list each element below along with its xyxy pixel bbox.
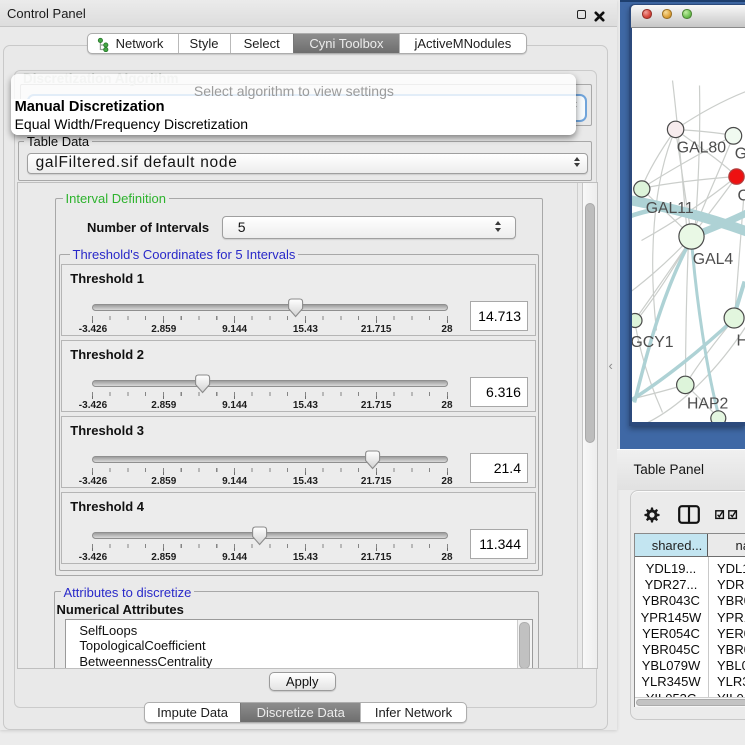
svg-text:GAL2: GAL2 (734, 145, 745, 162)
svg-text:GAL11: GAL11 (645, 200, 693, 217)
svg-text:GCY1: GCY1 (632, 333, 674, 350)
svg-text:GAL80: GAL80 (676, 139, 725, 156)
svg-text:GAL4: GAL4 (692, 251, 733, 268)
svg-text:HAP: HAP (736, 332, 745, 349)
svg-text:CYB: CYB (737, 187, 745, 204)
svg-text:HAP2: HAP2 (687, 395, 728, 412)
